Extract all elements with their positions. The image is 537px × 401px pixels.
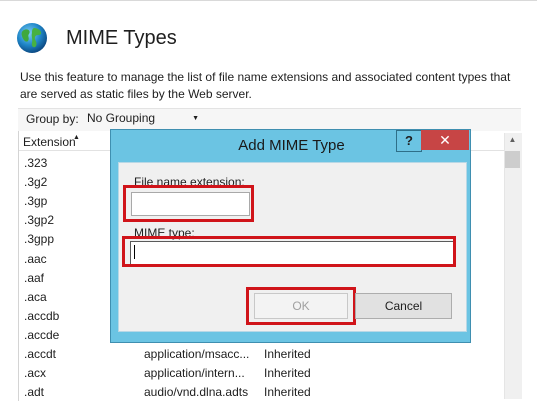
ok-highlight-box: [246, 287, 356, 325]
extension-highlight-box: [123, 185, 254, 222]
page-title: MIME Types: [66, 27, 177, 49]
page-description: Use this feature to manage the list of f…: [20, 70, 511, 101]
cell-extension: .aaf: [24, 271, 45, 285]
group-by-select[interactable]: No Grouping ▼: [84, 111, 203, 128]
top-divider: [0, 0, 537, 1]
cell-extension: .accdb: [24, 309, 60, 323]
cell-mime-type: application/msacc...: [144, 347, 250, 361]
cell-extension: .aca: [24, 290, 47, 304]
cell-extension: .acx: [24, 366, 47, 380]
cell-extension: .adt: [24, 385, 45, 399]
cell-entry-type: Inherited: [264, 366, 311, 380]
scroll-up-arrow-icon[interactable]: ▲: [505, 135, 520, 149]
sort-ascending-icon: ▲: [73, 134, 80, 141]
cell-mime-type: application/intern...: [144, 366, 245, 380]
cancel-button[interactable]: Cancel: [355, 293, 452, 319]
cell-extension: .3gp: [24, 194, 48, 208]
table-row[interactable]: .acx application/intern... Inherited: [19, 363, 504, 382]
cell-extension: .3gp2: [24, 213, 55, 227]
cell-extension: .accdt: [24, 347, 57, 361]
globe-icon: [17, 23, 47, 53]
table-row[interactable]: .accdt application/msacc... Inherited: [19, 344, 504, 363]
mime-type-highlight-box: [122, 236, 456, 267]
cell-extension: .aac: [24, 252, 47, 266]
close-button[interactable]: ✕: [421, 130, 469, 150]
help-button[interactable]: ?: [396, 130, 422, 152]
vertical-scrollbar[interactable]: [504, 133, 522, 399]
group-by-value: No Grouping: [87, 111, 156, 125]
column-header-extension[interactable]: Extension: [23, 135, 76, 149]
cell-extension: .3g2: [24, 175, 48, 189]
group-by-label: Group by:: [26, 112, 79, 126]
cell-mime-type: audio/vnd.dlna.adts: [144, 385, 249, 399]
cell-extension: .323: [24, 156, 48, 170]
cell-extension: .accde: [24, 328, 60, 342]
scrollbar-thumb[interactable]: [505, 151, 520, 168]
chevron-down-icon: ▼: [192, 115, 199, 122]
cell-entry-type: Inherited: [264, 347, 311, 361]
help-icon: ?: [405, 133, 413, 148]
cell-extension: .3gpp: [24, 232, 55, 246]
table-row[interactable]: .adt audio/vnd.dlna.adts Inherited: [19, 382, 504, 401]
close-icon: ✕: [439, 132, 451, 148]
cell-entry-type: Inherited: [264, 385, 311, 399]
